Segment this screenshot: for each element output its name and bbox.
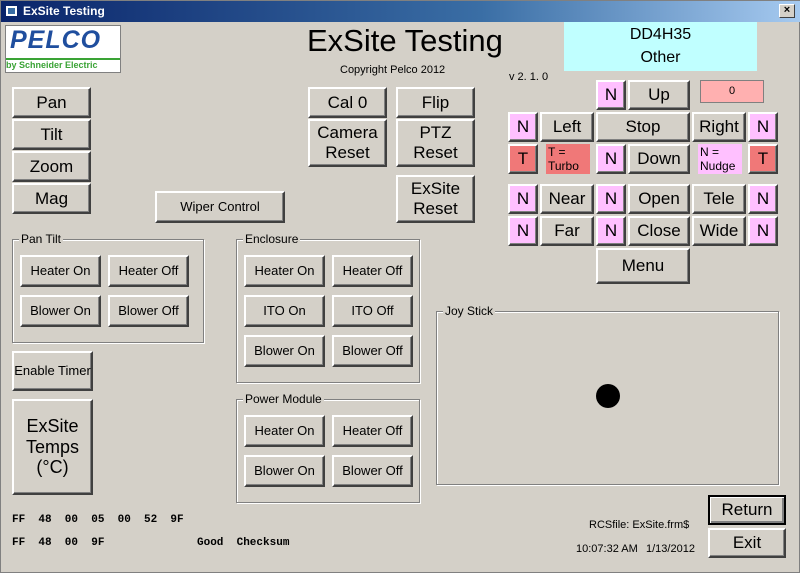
nudge-note: N = Nudge — [698, 144, 742, 174]
t-left-button[interactable]: T — [508, 144, 538, 174]
n-far-button[interactable]: N — [508, 216, 538, 246]
stop-button[interactable]: Stop — [596, 112, 690, 142]
flip-button[interactable]: Flip — [396, 87, 475, 118]
pan-tilt-heater-on-button[interactable]: Heater On — [20, 255, 101, 287]
power-blower-on-button[interactable]: Blower On — [244, 455, 325, 487]
date-text: 1/13/2012 — [646, 543, 695, 555]
device-type: Other — [640, 49, 681, 66]
close-button[interactable]: × — [779, 4, 795, 18]
close-iris-button[interactable]: Close — [628, 216, 690, 246]
device-box: DD4H35 Other — [564, 22, 757, 71]
enclosure-blower-off-button[interactable]: Blower Off — [332, 335, 413, 367]
enclosure-blower-on-button[interactable]: Blower On — [244, 335, 325, 367]
n-wide-button[interactable]: N — [748, 216, 778, 246]
pan-tilt-label: Pan Tilt — [19, 232, 64, 246]
up-button[interactable]: Up — [628, 80, 690, 110]
cal0-button[interactable]: Cal 0 — [308, 87, 387, 118]
enclosure-ito-on-button[interactable]: ITO On — [244, 295, 325, 327]
near-button[interactable]: Near — [540, 184, 594, 214]
device-id: DD4H35 — [629, 26, 692, 43]
n-near-button[interactable]: N — [508, 184, 538, 214]
tilt-button[interactable]: Tilt — [12, 119, 91, 150]
n-up-button[interactable]: N — [596, 80, 626, 110]
pan-tilt-blower-off-button[interactable]: Blower Off — [108, 295, 189, 327]
power-heater-on-button[interactable]: Heater On — [244, 415, 325, 447]
pan-tilt-blower-on-button[interactable]: Blower On — [20, 295, 101, 327]
joystick-label: Joy Stick — [443, 304, 496, 318]
main-window: ExSite Testing × PELCO by Schneider Elec… — [0, 0, 800, 573]
exsite-reset-button[interactable]: ExSite Reset — [396, 175, 475, 223]
down-button[interactable]: Down — [628, 144, 690, 174]
turbo-note: T = Turbo — [546, 144, 590, 174]
return-button[interactable]: Return — [708, 495, 786, 525]
power-heater-off-button[interactable]: Heater Off — [332, 415, 413, 447]
pan-tilt-heater-off-button[interactable]: Heater Off — [108, 255, 189, 287]
wiper-control-button[interactable]: Wiper Control — [155, 191, 285, 223]
pelco-logo: PELCO by Schneider Electric — [5, 25, 121, 73]
power-blower-off-button[interactable]: Blower Off — [332, 455, 413, 487]
logo-brand: PELCO — [10, 26, 102, 54]
enclosure-label: Enclosure — [243, 232, 301, 246]
checksum-status: Good Checksum — [197, 537, 290, 549]
t-right-button[interactable]: T — [748, 144, 778, 174]
menu-button[interactable]: Menu — [596, 248, 690, 284]
wide-button[interactable]: Wide — [692, 216, 746, 246]
n-left-button[interactable]: N — [508, 112, 538, 142]
hex-line-1: FF 48 00 05 00 52 9F — [12, 514, 184, 526]
page-title: ExSite Testing — [307, 23, 503, 58]
enable-timer-button[interactable]: Enable Timer — [12, 351, 93, 391]
n-tele-button[interactable]: N — [748, 184, 778, 214]
joystick-knob[interactable] — [596, 384, 620, 408]
open-button[interactable]: Open — [628, 184, 690, 214]
power-module-label: Power Module — [243, 392, 324, 406]
enclosure-ito-off-button[interactable]: ITO Off — [332, 295, 413, 327]
enclosure-heater-off-button[interactable]: Heater Off — [332, 255, 413, 287]
app-icon — [5, 5, 18, 17]
camera-reset-button[interactable]: Camera Reset — [308, 119, 387, 167]
time-text: 10:07:32 AM — [576, 543, 638, 555]
logo-sub: by Schneider Electric — [6, 60, 98, 70]
left-button[interactable]: Left — [540, 112, 594, 142]
n-down-button[interactable]: N — [596, 144, 626, 174]
zoom-button[interactable]: Zoom — [12, 151, 91, 182]
version-text: v 2. 1. 0 — [509, 71, 549, 83]
far-button[interactable]: Far — [540, 216, 594, 246]
rcsfile-text: RCSfile: ExSite.frm$ — [589, 519, 690, 531]
tele-button[interactable]: Tele — [692, 184, 746, 214]
mag-button[interactable]: Mag — [12, 183, 91, 214]
copyright-text: Copyright Pelco 2012 — [340, 64, 446, 76]
exsite-temps-button[interactable]: ExSite Temps (°C) — [12, 399, 93, 495]
title-bar[interactable]: ExSite Testing × — [1, 1, 800, 22]
n-open-button[interactable]: N — [596, 184, 626, 214]
right-button[interactable]: Right — [692, 112, 746, 142]
pan-button[interactable]: Pan — [12, 87, 91, 118]
n-close-button[interactable]: N — [596, 216, 626, 246]
exit-button[interactable]: Exit — [708, 528, 786, 558]
window-title: ExSite Testing — [23, 4, 105, 18]
enclosure-heater-on-button[interactable]: Heater On — [244, 255, 325, 287]
n-right-button[interactable]: N — [748, 112, 778, 142]
ptz-reset-button[interactable]: PTZ Reset — [396, 119, 475, 167]
hex-line-2: FF 48 00 9F — [12, 537, 105, 549]
counter-box: 0 — [700, 80, 764, 103]
